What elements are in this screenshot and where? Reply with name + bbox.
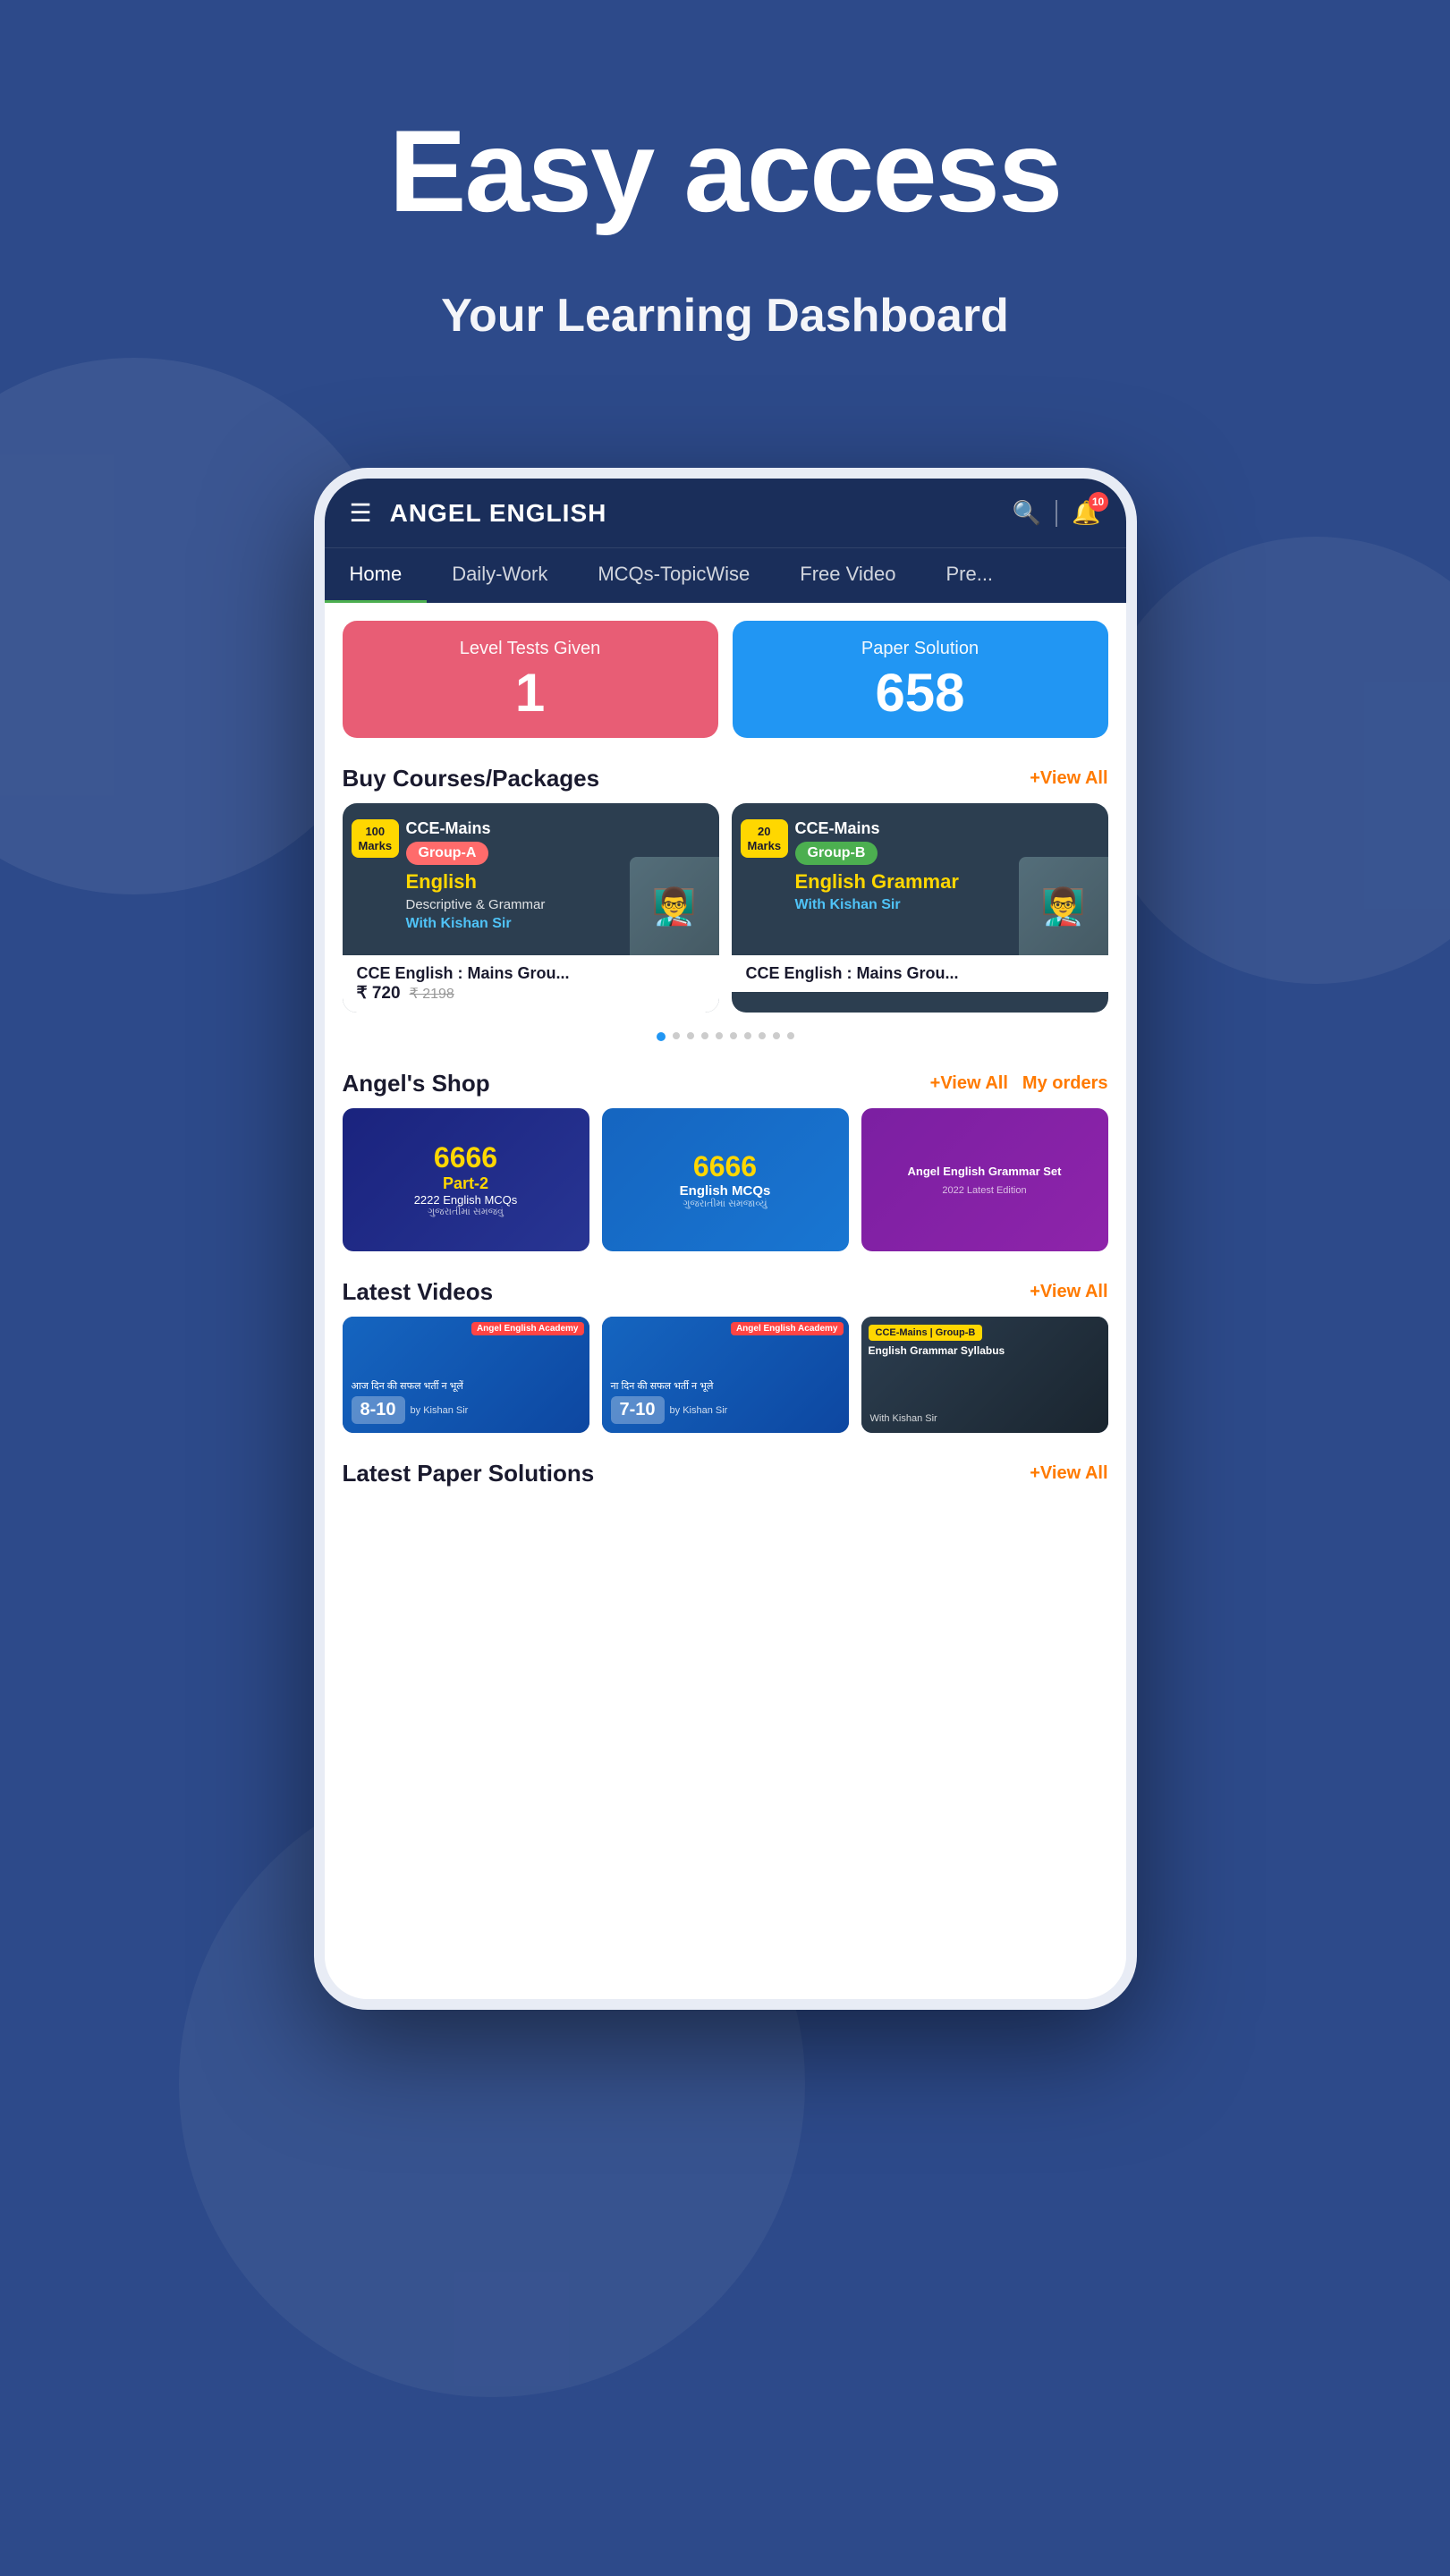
book-1-num: 6666 (434, 1141, 497, 1174)
course-2-name: CCE English : Mains Grou... (746, 964, 1094, 983)
dot-5 (716, 1032, 723, 1039)
dot-6 (730, 1032, 737, 1039)
course-2-image: 👨‍🏫 (1019, 857, 1108, 955)
header-icons: 🔍 🔔 10 (1013, 499, 1101, 527)
marks-badge-2: 20Marks (741, 819, 789, 858)
phone-mockup: ☰ ANGEL ENGLISH 🔍 🔔 10 Home Daily-Work M… (314, 468, 1137, 2010)
tab-daily-work[interactable]: Daily-Work (427, 548, 572, 603)
tab-home[interactable]: Home (325, 548, 428, 603)
phone-container: ☰ ANGEL ENGLISH 🔍 🔔 10 Home Daily-Work M… (0, 468, 1450, 2010)
dot-1 (657, 1032, 666, 1041)
course-card-2[interactable]: 20Marks CCE-Mains Group-B English Gramma… (732, 803, 1108, 1013)
paper-solutions-view-all[interactable]: +View All (1030, 1463, 1107, 1484)
hamburger-icon[interactable]: ☰ (350, 498, 372, 528)
shop-section-header: Angel's Shop +View All My orders (325, 1052, 1126, 1108)
level-tests-card[interactable]: Level Tests Given 1 (343, 621, 718, 738)
app-title: ANGEL ENGLISH (390, 499, 995, 528)
shop-row: 6666 Part-2 2222 English MCQs ગુજરાતીમાં… (325, 1108, 1126, 1260)
videos-title: Latest Videos (343, 1278, 494, 1306)
paper-solutions-title: Latest Paper Solutions (343, 1460, 595, 1487)
hero-subtitle: Your Learning Dashboard (0, 289, 1450, 343)
course-2-title: CCE-Mains (795, 819, 1094, 838)
shop-item-3[interactable]: Angel English Grammar Set 2022 Latest Ed… (861, 1108, 1108, 1251)
dot-9 (773, 1032, 780, 1039)
course-1-name: CCE English : Mains Grou... (357, 964, 705, 983)
shop-view-all[interactable]: +View All (930, 1073, 1008, 1094)
marks-badge-1: 100Marks (352, 819, 400, 858)
video-card-1[interactable]: Angel English Academy आज दिन की सफल भर्त… (343, 1317, 589, 1433)
video-card-3[interactable]: CCE-Mains | Group-B English Grammar Syll… (861, 1317, 1108, 1433)
paper-solution-value: 658 (747, 666, 1094, 720)
dot-7 (744, 1032, 751, 1039)
courses-row: 100Marks CCE-Mains Group-A English Descr… (325, 803, 1126, 1021)
header-divider (1056, 500, 1057, 527)
shop-header-actions: +View All My orders (930, 1073, 1108, 1094)
level-tests-label: Level Tests Given (357, 639, 704, 659)
videos-section-header: Latest Videos +View All (325, 1260, 1126, 1317)
paper-solution-label: Paper Solution (747, 639, 1094, 659)
video-card-2[interactable]: Angel English Academy ना दिन की सफल भर्त… (602, 1317, 849, 1433)
dot-10 (787, 1032, 794, 1039)
course-1-price: ₹ 720 (357, 983, 401, 1004)
courses-title: Buy Courses/Packages (343, 765, 600, 792)
course-card-2-inner: 20Marks CCE-Mains Group-B English Gramma… (732, 803, 1108, 955)
notification-badge: 10 (1089, 492, 1108, 512)
course-1-group: Group-A (406, 842, 489, 865)
tab-premium[interactable]: Pre... (920, 548, 1018, 603)
course-1-title: CCE-Mains (406, 819, 705, 838)
paper-solution-card[interactable]: Paper Solution 658 (733, 621, 1108, 738)
course-1-price-row: ₹ 720 ₹ 2198 (357, 983, 705, 1004)
video-channel-tag-1: Angel English Academy (471, 1322, 584, 1335)
courses-section-header: Buy Courses/Packages +View All (325, 747, 1126, 803)
shop-title: Angel's Shop (343, 1070, 490, 1097)
shop-item-2[interactable]: 6666 English MCQs ગુજરાતીમાં સમજાવ્યું (602, 1108, 849, 1251)
dot-3 (687, 1032, 694, 1039)
paper-solutions-header: Latest Paper Solutions +View All (325, 1442, 1126, 1498)
video-channel-tag-2: Angel English Academy (731, 1322, 844, 1335)
course-1-image: 👨‍🏫 (630, 857, 719, 955)
tab-mcqs[interactable]: MCQs-TopicWise (572, 548, 775, 603)
courses-view-all[interactable]: +View All (1030, 768, 1107, 789)
dot-4 (701, 1032, 708, 1039)
app-header: ☰ ANGEL ENGLISH 🔍 🔔 10 (325, 479, 1126, 547)
course-1-footer: CCE English : Mains Grou... ₹ 720 ₹ 2198 (343, 955, 719, 1013)
tab-free-video[interactable]: Free Video (775, 548, 920, 603)
course-1-original-price: ₹ 2198 (410, 985, 454, 1003)
carousel-dots (325, 1021, 1126, 1052)
dot-2 (673, 1032, 680, 1039)
hero-section: Easy access Your Learning Dashboard (0, 0, 1450, 396)
my-orders-link[interactable]: My orders (1022, 1073, 1108, 1094)
videos-row: Angel English Academy आज दिन की सफल भर्त… (325, 1317, 1126, 1442)
dot-8 (759, 1032, 766, 1039)
shop-item-1[interactable]: 6666 Part-2 2222 English MCQs ગુજરાતીમાં… (343, 1108, 589, 1251)
course-card-1-inner: 100Marks CCE-Mains Group-A English Descr… (343, 803, 719, 955)
hero-title: Easy access (0, 107, 1450, 235)
level-tests-value: 1 (357, 666, 704, 720)
app-nav: Home Daily-Work MCQs-TopicWise Free Vide… (325, 547, 1126, 603)
videos-view-all[interactable]: +View All (1030, 1282, 1107, 1302)
course-card-1[interactable]: 100Marks CCE-Mains Group-A English Descr… (343, 803, 719, 1013)
course-2-group: Group-B (795, 842, 878, 865)
phone-screen: ☰ ANGEL ENGLISH 🔍 🔔 10 Home Daily-Work M… (325, 479, 1126, 1999)
stats-row: Level Tests Given 1 Paper Solution 658 (325, 603, 1126, 747)
search-icon[interactable]: 🔍 (1013, 499, 1041, 527)
course-2-footer: CCE English : Mains Grou... (732, 955, 1108, 992)
notification-bell[interactable]: 🔔 10 (1072, 499, 1100, 527)
